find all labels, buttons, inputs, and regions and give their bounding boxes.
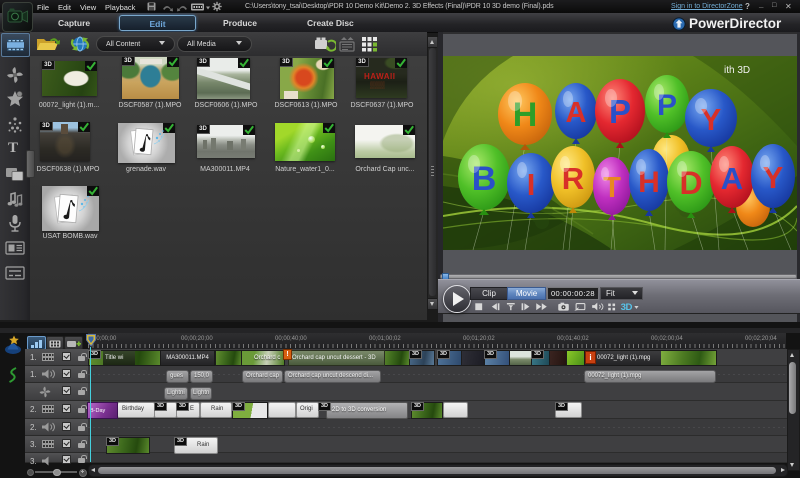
svg-text:3D: 3D <box>621 302 633 312</box>
svg-text:ith 3D: ith 3D <box>724 65 750 76</box>
svg-text:I: I <box>527 167 536 202</box>
